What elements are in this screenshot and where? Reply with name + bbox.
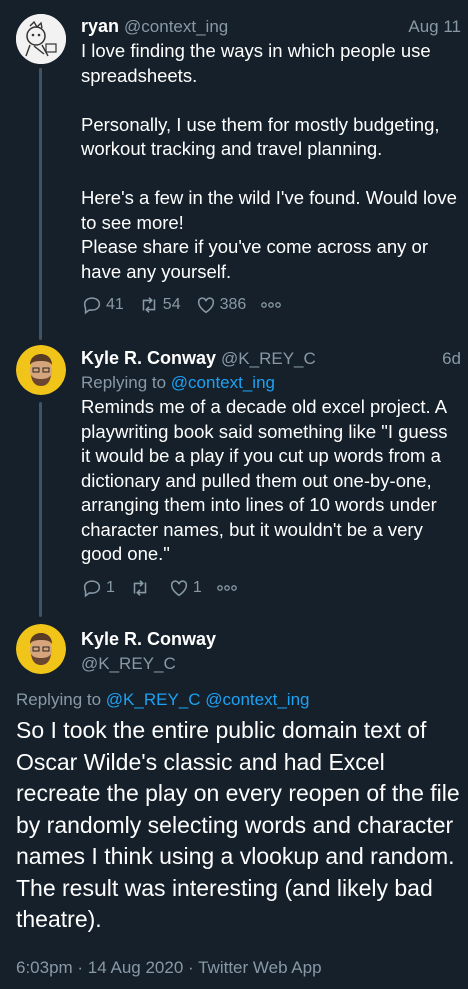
replying-prefix: Replying to	[81, 373, 171, 392]
replying-prefix: Replying to	[16, 690, 106, 709]
tweet-text: Reminds me of a decade old excel project…	[81, 396, 453, 564]
tweet-header: ryan @context_ing Aug 11	[81, 14, 461, 39]
tweet-text: I love finding the ways in which people …	[81, 40, 457, 282]
author-name[interactable]: ryan	[81, 16, 119, 36]
author-name[interactable]: Kyle R. Conway	[81, 627, 216, 651]
main-tweet-author[interactable]: Kyle R. Conway @K_REY_C	[81, 627, 216, 677]
more-icon	[261, 302, 282, 308]
author-name[interactable]: Kyle R. Conway	[81, 348, 216, 368]
more-icon	[216, 584, 237, 591]
like-button[interactable]: 1	[168, 577, 202, 599]
reply-icon	[83, 579, 101, 597]
tweet-1[interactable]: ryan @context_ing Aug 11 I love finding t…	[81, 14, 461, 318]
retweet-button[interactable]	[129, 577, 154, 599]
retweet-icon	[133, 579, 147, 596]
mention-link[interactable]: @context_ing	[171, 373, 275, 392]
tweet-meta[interactable]: 6:03pm · 14 Aug 2020 · Twitter Web App	[16, 956, 460, 980]
thread-line	[39, 402, 42, 617]
tweet-2[interactable]: Kyle R. Conway @K_REY_C 6d Replying to @c…	[81, 346, 461, 601]
author-handle[interactable]: @K_REY_C	[81, 651, 216, 677]
heart-icon	[197, 297, 214, 314]
retweet-button[interactable]: 54	[138, 294, 181, 316]
avatar[interactable]	[16, 14, 66, 64]
author-handle[interactable]: @K_REY_C	[221, 349, 316, 368]
replying-to: Replying to @K_REY_C @context_ing	[16, 688, 460, 712]
reply-button[interactable]: 41	[81, 294, 124, 316]
replying-to: Replying to @context_ing	[81, 371, 461, 395]
retweet-count: 54	[162, 296, 181, 313]
mention-link[interactable]: @context_ing	[205, 690, 309, 709]
timestamp[interactable]: Aug 11	[408, 15, 461, 39]
tweet-actions: 41 54 386	[81, 292, 461, 318]
main-tweet: Replying to @K_REY_C @context_ing So I t…	[16, 688, 460, 980]
like-count: 386	[219, 296, 247, 313]
tweet-header: Kyle R. Conway @K_REY_C 6d	[81, 346, 461, 371]
reply-button[interactable]: 1	[81, 577, 115, 599]
author-handle[interactable]: @context_ing	[124, 17, 228, 36]
main-tweet-text: So I took the entire public domain text …	[16, 717, 460, 932]
more-button[interactable]	[216, 583, 241, 593]
avatar[interactable]	[16, 345, 66, 395]
avatar[interactable]	[16, 624, 66, 674]
timestamp[interactable]: 6d	[442, 347, 461, 371]
mention-link[interactable]: @K_REY_C	[106, 690, 201, 709]
like-count: 1	[192, 578, 202, 596]
reply-icon	[83, 297, 101, 315]
retweet-icon	[142, 297, 156, 313]
like-button[interactable]: 386	[195, 294, 247, 316]
heart-icon	[170, 579, 188, 596]
reply-count: 41	[106, 296, 124, 313]
tweet-actions: 1 1	[81, 575, 461, 601]
more-button[interactable]	[260, 300, 285, 310]
reply-count: 1	[106, 578, 115, 596]
thread-line	[39, 68, 42, 340]
